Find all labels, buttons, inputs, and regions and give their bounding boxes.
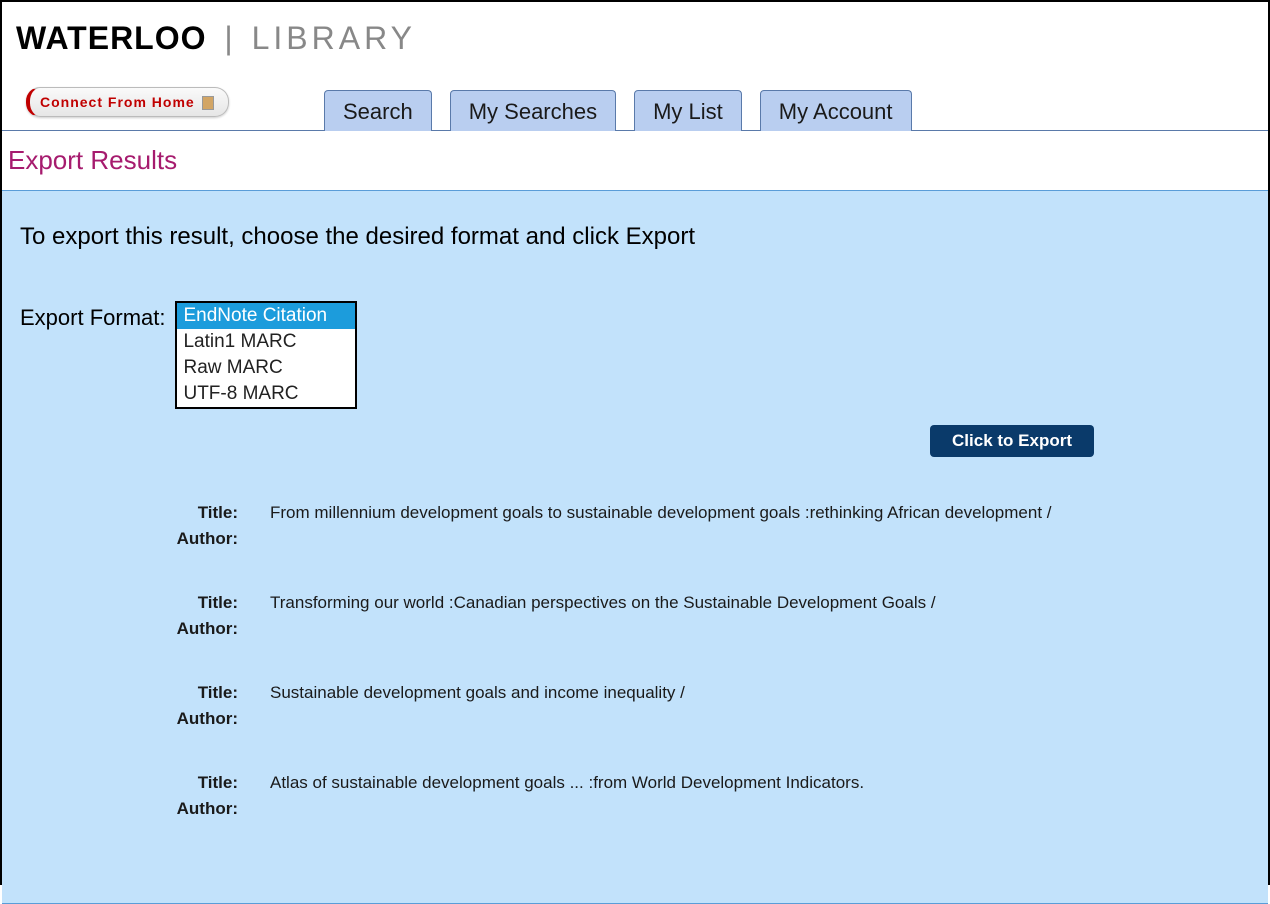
author-label: Author: bbox=[170, 619, 246, 639]
results-list: Title: From millennium development goals… bbox=[20, 503, 1254, 819]
tab-my-account[interactable]: My Account bbox=[760, 90, 912, 131]
export-format-option-latin1-marc[interactable]: Latin1 MARC bbox=[177, 329, 355, 355]
connect-from-home-label: Connect From Home bbox=[40, 94, 195, 110]
tab-search-label: Search bbox=[343, 99, 413, 124]
export-format-row: Export Format: EndNote Citation Latin1 M… bbox=[20, 301, 1254, 409]
author-label: Author: bbox=[170, 529, 246, 549]
tab-my-searches[interactable]: My Searches bbox=[450, 90, 616, 131]
export-button-label: Click to Export bbox=[952, 431, 1072, 450]
title-value: Atlas of sustainable development goals .… bbox=[246, 773, 1254, 793]
result-item: Title: Sustainable development goals and… bbox=[170, 683, 1254, 729]
author-value bbox=[246, 529, 1254, 549]
export-format-label: Export Format: bbox=[20, 301, 165, 331]
logo-separator: | bbox=[224, 20, 233, 56]
click-to-export-button[interactable]: Click to Export bbox=[930, 425, 1094, 457]
option-label: Latin1 MARC bbox=[183, 331, 296, 352]
option-label: UTF-8 MARC bbox=[183, 383, 298, 404]
author-value bbox=[246, 619, 1254, 639]
tab-search[interactable]: Search bbox=[324, 90, 432, 131]
page-title: Export Results bbox=[2, 131, 1268, 190]
tab-my-list-label: My List bbox=[653, 99, 723, 124]
export-panel: To export this result, choose the desire… bbox=[2, 190, 1268, 904]
tab-my-searches-label: My Searches bbox=[469, 99, 597, 124]
export-format-listbox[interactable]: EndNote Citation Latin1 MARC Raw MARC UT… bbox=[175, 301, 357, 409]
title-label: Title: bbox=[170, 503, 246, 523]
export-format-option-raw-marc[interactable]: Raw MARC bbox=[177, 355, 355, 381]
title-value: Sustainable development goals and income… bbox=[246, 683, 1254, 703]
logo-waterloo: WATERLOO bbox=[16, 20, 207, 56]
export-instruction: To export this result, choose the desire… bbox=[20, 223, 1254, 251]
title-label: Title: bbox=[170, 773, 246, 793]
logo-library: LIBRARY bbox=[252, 20, 416, 56]
result-item: Title: From millennium development goals… bbox=[170, 503, 1254, 549]
export-format-option-endnote[interactable]: EndNote Citation bbox=[177, 303, 355, 329]
author-label: Author: bbox=[170, 799, 246, 819]
option-label: Raw MARC bbox=[183, 357, 282, 378]
door-icon bbox=[202, 96, 214, 110]
export-format-option-utf8-marc[interactable]: UTF-8 MARC bbox=[177, 381, 355, 407]
result-item: Title: Transforming our world :Canadian … bbox=[170, 593, 1254, 639]
option-label: EndNote Citation bbox=[183, 305, 327, 326]
tab-my-list[interactable]: My List bbox=[634, 90, 742, 131]
author-label: Author: bbox=[170, 709, 246, 729]
author-value bbox=[246, 799, 1254, 819]
title-label: Title: bbox=[170, 683, 246, 703]
site-logo: WATERLOO | LIBRARY bbox=[16, 20, 1268, 57]
result-item: Title: Atlas of sustainable development … bbox=[170, 773, 1254, 819]
title-value: Transforming our world :Canadian perspec… bbox=[246, 593, 1254, 613]
title-value: From millennium development goals to sus… bbox=[246, 503, 1254, 523]
export-button-row: Click to Export bbox=[20, 425, 1254, 457]
connect-from-home-button[interactable]: Connect From Home bbox=[26, 87, 229, 117]
title-label: Title: bbox=[170, 593, 246, 613]
author-value bbox=[246, 709, 1254, 729]
tab-my-account-label: My Account bbox=[779, 99, 893, 124]
